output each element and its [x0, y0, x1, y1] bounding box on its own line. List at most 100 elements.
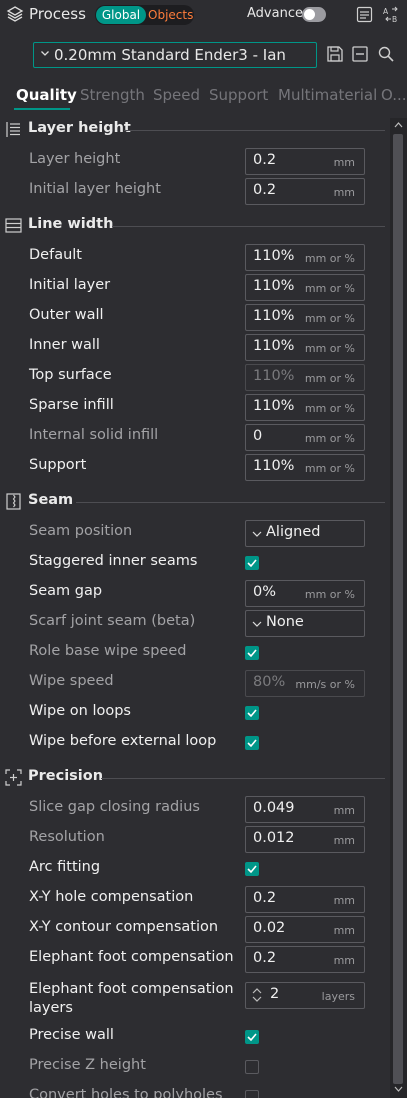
tab-multimaterial[interactable]: Multimaterial — [278, 86, 377, 104]
input-value: 110% — [253, 458, 295, 474]
setting-label: Precise wall — [29, 1027, 114, 1043]
advance-label: Advance — [247, 6, 303, 21]
input-value: 110% — [253, 368, 295, 384]
global-toggle-option[interactable]: Global — [96, 6, 146, 24]
initial-layer-line-width-input[interactable]: 110% mm or % — [245, 274, 365, 301]
unit-label: mm or % — [304, 312, 355, 325]
checkmark-icon — [247, 709, 257, 718]
input-value: 0.2 — [253, 950, 277, 966]
setting-row-slice-gap-closing-radius: Slice gap closing radius 0.049 mm — [0, 794, 390, 824]
setting-label: Initial layer height — [29, 181, 161, 197]
setting-label: Staggered inner seams — [29, 553, 198, 569]
setting-row-arc-fitting: Arc fitting — [0, 854, 390, 884]
wipe-on-loops-checkbox[interactable] — [245, 706, 259, 720]
compare-icon[interactable]: A B — [383, 6, 400, 23]
checkmark-icon — [247, 559, 257, 568]
unit-label: mm or % — [304, 372, 355, 385]
role-base-wipe-speed-checkbox[interactable] — [245, 646, 259, 660]
chevron-down-icon — [252, 531, 262, 537]
global-objects-toggle[interactable]: Global Objects — [95, 5, 194, 25]
seam-position-select[interactable]: Aligned — [245, 520, 365, 547]
input-value: 0.2 — [253, 890, 277, 906]
wipe-before-external-loop-checkbox[interactable] — [245, 736, 259, 750]
unit-label: mm/s or % — [295, 678, 355, 691]
vertical-scrollbar[interactable] — [390, 118, 407, 1098]
advance-switch[interactable] — [302, 7, 326, 22]
sparse-infill-line-width-input[interactable]: 110% mm or % — [245, 394, 365, 421]
setting-label: Inner wall — [29, 337, 100, 353]
scrollbar-thumb[interactable] — [393, 134, 403, 1084]
initial-layer-height-input[interactable]: 0.2 mm — [245, 178, 365, 205]
list-icon[interactable] — [356, 6, 373, 23]
setting-label: X-Y contour compensation — [29, 919, 219, 935]
arc-fitting-checkbox[interactable] — [245, 862, 259, 876]
tab-overflow[interactable]: O... — [381, 86, 407, 104]
setting-label: Support — [29, 457, 87, 473]
internal-solid-infill-line-width-input[interactable]: 0 mm or % — [245, 424, 365, 451]
setting-label: Seam position — [29, 523, 133, 539]
setting-row-layer-height: Layer height 0.2 mm — [0, 146, 390, 176]
support-line-width-input[interactable]: 110% mm or % — [245, 454, 365, 481]
inner-wall-line-width-input[interactable]: 110% mm or % — [245, 334, 365, 361]
search-icon[interactable] — [377, 45, 395, 63]
layer-height-icon — [6, 122, 20, 137]
preset-select[interactable]: 0.20mm Standard Ender3 - Ian — [33, 42, 317, 68]
setting-label: X-Y hole compensation — [29, 889, 194, 905]
chevron-down-icon — [41, 51, 49, 56]
setting-row-elephant-foot-compensation-layers: Elephant foot compensation layers 2 laye… — [0, 980, 390, 1020]
section-title: Line width — [28, 216, 114, 232]
xy-hole-compensation-input[interactable]: 0.2 mm — [245, 886, 365, 913]
input-value: 80% — [253, 674, 286, 690]
scroll-down-icon[interactable] — [394, 1086, 403, 1092]
setting-label: Internal solid infill — [29, 427, 159, 443]
input-value: 110% — [253, 308, 295, 324]
delete-preset-icon[interactable] — [351, 45, 369, 63]
unit-label: mm or % — [304, 342, 355, 355]
setting-row-precise-z-height: Precise Z height — [0, 1052, 390, 1082]
setting-row-wipe-speed: Wipe speed 80% mm/s or % — [0, 668, 390, 698]
elephant-foot-compensation-input[interactable]: 0.2 mm — [245, 946, 365, 973]
tab-strength[interactable]: Strength — [80, 86, 145, 104]
setting-label-line1: Elephant foot compensation — [29, 981, 234, 997]
setting-label: Resolution — [29, 829, 105, 845]
setting-row-support: Support 110% mm or % — [0, 452, 390, 482]
layer-height-input[interactable]: 0.2 mm — [245, 148, 365, 175]
section-line-width: Line width — [0, 214, 390, 238]
section-divider — [101, 778, 385, 779]
convert-holes-checkbox[interactable] — [245, 1090, 259, 1098]
unit-label: layers — [321, 990, 355, 1003]
setting-label: Outer wall — [29, 307, 104, 323]
setting-label: Wipe speed — [29, 673, 114, 689]
outer-wall-line-width-input[interactable]: 110% mm or % — [245, 304, 365, 331]
wipe-speed-input: 80% mm/s or % — [245, 670, 365, 697]
xy-contour-compensation-input[interactable]: 0.02 mm — [245, 916, 365, 943]
section-seam: Seam — [0, 490, 390, 514]
setting-label: Elephant foot compensation — [29, 949, 234, 965]
tab-support[interactable]: Support — [209, 86, 268, 104]
setting-label: Slice gap closing radius — [29, 799, 200, 815]
precise-wall-checkbox[interactable] — [245, 1030, 259, 1044]
scroll-up-icon[interactable] — [394, 122, 403, 128]
setting-row-staggered-inner-seams: Staggered inner seams — [0, 548, 390, 578]
spinner-arrows-icon[interactable] — [251, 986, 263, 1004]
staggered-inner-seams-checkbox[interactable] — [245, 556, 259, 570]
save-icon[interactable] — [326, 45, 344, 63]
resolution-input[interactable]: 0.012 mm — [245, 826, 365, 853]
objects-toggle-option[interactable]: Objects — [148, 6, 193, 24]
precise-z-height-checkbox[interactable] — [245, 1060, 259, 1074]
default-line-width-input[interactable]: 110% mm or % — [245, 244, 365, 271]
slice-gap-closing-radius-input[interactable]: 0.049 mm — [245, 796, 365, 823]
input-value: 110% — [253, 278, 295, 294]
elephant-foot-layers-spinner[interactable]: 2 layers — [245, 982, 365, 1009]
tab-quality[interactable]: Quality — [16, 86, 77, 104]
unit-label: mm or % — [304, 402, 355, 415]
scarf-joint-seam-select[interactable]: None — [245, 610, 365, 637]
input-value: 110% — [253, 398, 295, 414]
tab-speed[interactable]: Speed — [153, 86, 200, 104]
setting-label: Role base wipe speed — [29, 643, 187, 659]
setting-label-line2: layers — [29, 1000, 73, 1016]
unit-label: mm — [333, 894, 355, 907]
section-divider — [124, 130, 385, 131]
seam-gap-input[interactable]: 0% mm or % — [245, 580, 365, 607]
setting-row-outer-wall: Outer wall 110% mm or % — [0, 302, 390, 332]
